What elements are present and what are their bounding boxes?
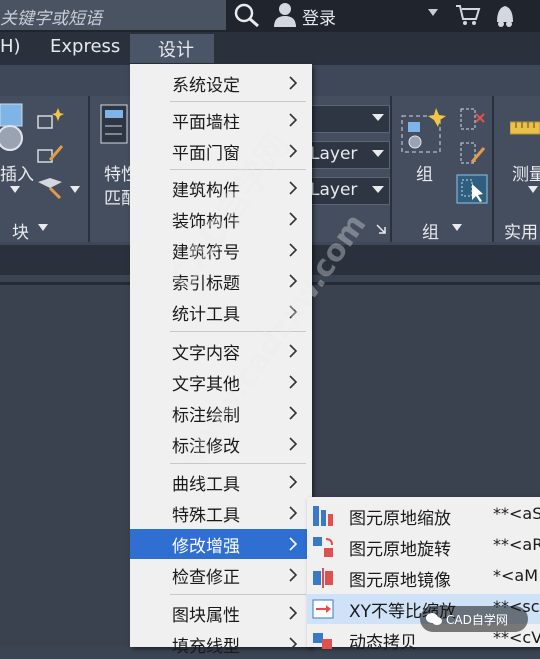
menu-item-special-tools[interactable]: 特殊工具 (130, 498, 312, 528)
edit-block-icon[interactable] (36, 142, 64, 168)
chevron-down-icon[interactable] (372, 114, 384, 122)
chevron-down-icon[interactable] (372, 186, 384, 194)
help-icon[interactable] (492, 2, 518, 28)
search-placeholder[interactable]: 关键字或短语 (0, 4, 102, 29)
chevron-right-icon (289, 212, 297, 226)
cart-icon[interactable] (455, 4, 481, 26)
menu-item-modify-enhance[interactable]: 修改增强 (130, 529, 312, 559)
menu-separator (170, 101, 306, 102)
chevron-right-icon (289, 568, 297, 582)
layer-combo-2-value[interactable]: Layer (310, 180, 357, 200)
chevron-down-icon[interactable] (10, 186, 20, 194)
menu-item-design[interactable]: 设计 (158, 36, 194, 62)
group-panel-title: 组 (422, 223, 439, 243)
dynamic-copy-icon (313, 633, 332, 649)
chevron-right-icon (289, 475, 297, 489)
chevron-right-icon (289, 437, 297, 451)
chevron-down-icon[interactable] (70, 186, 80, 194)
chevron-right-icon (289, 76, 297, 90)
chevron-down-icon[interactable] (372, 150, 384, 158)
chevron-right-icon (289, 406, 297, 420)
insert-label[interactable]: 插入 (0, 160, 34, 185)
group-select-icon[interactable] (456, 174, 488, 204)
chevron-right-icon (289, 637, 297, 651)
rotate-in-place-icon (313, 537, 333, 557)
chevron-right-icon (289, 506, 297, 520)
wechat-icon (426, 613, 442, 625)
watermark-badge-text: CAD自学网 (446, 613, 508, 627)
chevron-right-icon (289, 113, 297, 127)
menu-item-curve-tools[interactable]: 曲线工具 (130, 467, 312, 497)
chevron-down-icon[interactable] (38, 224, 48, 232)
block-attribute-icon[interactable] (36, 176, 64, 202)
chevron-right-icon (289, 375, 297, 389)
panel-launcher-icon[interactable] (376, 224, 386, 234)
menu-item-hatch-linetype[interactable]: 填充线型 (130, 629, 312, 659)
menu-item-check-fix[interactable]: 检查修正 (130, 560, 312, 590)
chevron-down-icon[interactable] (528, 186, 538, 194)
login-link[interactable]: 登录 (302, 4, 336, 29)
chevron-right-icon (289, 606, 297, 620)
measure-icon[interactable] (510, 118, 540, 136)
chevron-down-icon[interactable] (428, 9, 438, 17)
submenu-item-scale-in-place[interactable]: 图元原地缩放 **<aS (307, 501, 540, 531)
group-label[interactable]: 组 (416, 160, 433, 185)
block-panel-title: 块 (12, 223, 29, 243)
group-icon[interactable] (400, 106, 450, 156)
xy-scale-icon (312, 599, 334, 619)
submenu-item-mirror-in-place[interactable]: 图元原地镜像 *<aM (307, 563, 540, 593)
insert-block-icon[interactable] (0, 100, 28, 156)
chevron-right-icon (289, 181, 297, 195)
ungroup-icon[interactable] (458, 106, 486, 132)
menu-separator (170, 594, 306, 595)
submenu-item-rotate-in-place[interactable]: 图元原地旋转 **<aR (307, 532, 540, 562)
search-icon[interactable] (233, 2, 261, 28)
mirror-in-place-icon (313, 568, 333, 588)
menu-item-block-attributes[interactable]: 图块属性 (130, 598, 312, 628)
menu-item-plan-walls[interactable]: 平面墙柱 (130, 105, 312, 135)
user-icon[interactable] (272, 1, 298, 27)
group-edit-icon[interactable] (458, 140, 486, 166)
measure-label[interactable]: 测量 (512, 160, 540, 185)
chevron-right-icon (289, 243, 297, 257)
menu-separator (170, 463, 306, 464)
scale-in-place-icon (313, 506, 333, 526)
chevron-right-icon (289, 537, 297, 551)
layer-combo-1-value[interactable]: Layer (310, 144, 357, 164)
chevron-down-icon[interactable] (452, 224, 462, 232)
match-properties-icon[interactable] (100, 104, 130, 148)
create-block-icon[interactable] (36, 106, 64, 132)
utilities-panel-title: 实用 (504, 223, 538, 243)
menu-item-system-settings[interactable]: 系统设定 (130, 68, 312, 98)
menu-item-help[interactable]: H) (0, 36, 21, 57)
menu-item-express[interactable]: Express (50, 36, 120, 57)
